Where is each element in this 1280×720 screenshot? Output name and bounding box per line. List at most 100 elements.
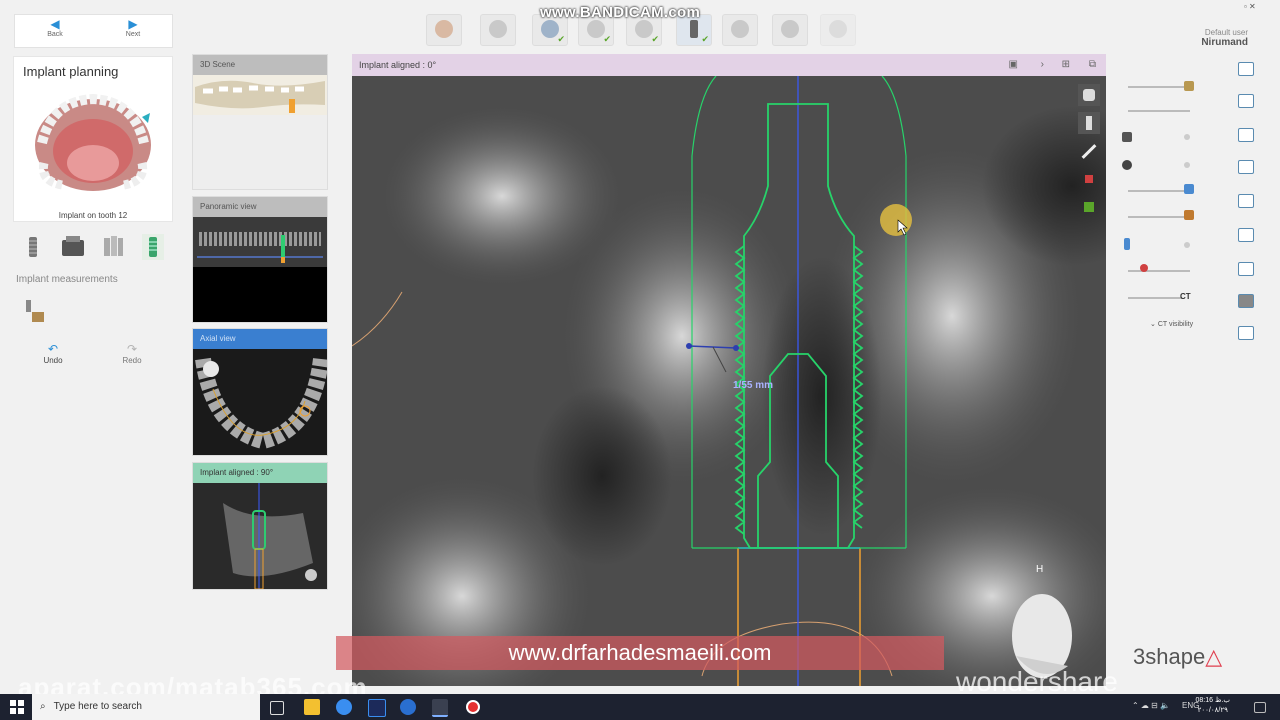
maximize-icon[interactable]: ⧉ xyxy=(1089,54,1096,76)
abutment-button[interactable] xyxy=(60,234,86,260)
sleeve-visibility-icon[interactable] xyxy=(1122,160,1132,170)
download-icon xyxy=(1084,202,1094,212)
patient-step-button[interactable] xyxy=(426,14,462,46)
edge-icon[interactable] xyxy=(400,699,416,715)
implant-aligned-view[interactable]: Implant aligned : 0° ▣ › ⊞ ⧉ 1/55 mm H xyxy=(352,54,1106,686)
toggle-dot[interactable] xyxy=(1184,162,1190,168)
panoramic-preview xyxy=(193,217,327,267)
next-button[interactable]: ▶ Next xyxy=(103,17,163,45)
nerve-icon[interactable] xyxy=(1140,264,1148,272)
aligned-90-preview xyxy=(193,483,327,589)
copy-button[interactable] xyxy=(1238,62,1254,76)
settings-button[interactable] xyxy=(1238,326,1254,340)
layout-icon[interactable]: ⊞ xyxy=(1062,54,1070,76)
panel-title: Implant planning xyxy=(23,64,119,79)
implant-icon xyxy=(690,20,698,38)
thumbnail-axial-view[interactable]: Axial view xyxy=(192,328,328,456)
3shape-logo: 3shape△ xyxy=(1133,644,1223,669)
thumbnail-implant-aligned-90[interactable]: Implant aligned : 90° xyxy=(192,462,328,590)
file-explorer-icon[interactable] xyxy=(304,699,320,715)
redo-button[interactable]: ↷ Redo xyxy=(112,342,152,365)
ruler-tool-button[interactable] xyxy=(1078,140,1100,162)
scan-visibility-icon[interactable] xyxy=(1124,238,1130,250)
ct-visibility-toggle[interactable]: ⌄ CT visibility xyxy=(1150,320,1193,328)
task-view-icon[interactable] xyxy=(270,701,284,715)
taskbar-clock[interactable]: 08:16 ب.ظ ۲۰۰/۰۸/۲۹ xyxy=(1196,696,1230,716)
copy-button[interactable] xyxy=(1238,160,1254,174)
implant-icon xyxy=(29,237,37,257)
copy-button[interactable] xyxy=(1238,128,1254,142)
bandicam-record-icon[interactable] xyxy=(466,700,480,714)
implant-group-button[interactable] xyxy=(102,234,124,260)
undo-button[interactable]: ↶ Undo xyxy=(33,342,73,365)
window-controls[interactable]: ▫ ✕ xyxy=(1244,2,1256,11)
taskbar-search-box[interactable]: ⌕ Type here to search xyxy=(32,694,260,720)
flag-tool-button[interactable] xyxy=(1078,168,1100,190)
nerve-icon xyxy=(635,20,653,38)
download-tool-button[interactable] xyxy=(1078,196,1100,218)
thumbnail-3d-scene[interactable]: 3D Scene xyxy=(192,54,328,190)
ruler-icon xyxy=(1081,144,1097,159)
toggle-dot[interactable] xyxy=(1184,242,1190,248)
redo-icon: ↷ xyxy=(126,342,138,356)
copy-button[interactable] xyxy=(1238,94,1254,108)
thumbnail-panoramic-view[interactable]: Panoramic view xyxy=(192,196,328,323)
implant-visibility-icon[interactable] xyxy=(1184,184,1194,194)
camera-button[interactable] xyxy=(1238,294,1254,308)
home-view-button[interactable] xyxy=(1238,262,1254,276)
windows-start-icon[interactable] xyxy=(10,700,24,714)
user-role: Default user xyxy=(1204,28,1248,37)
site-watermark: www.drfarhadesmaeili.com xyxy=(336,636,944,670)
guide-icon xyxy=(781,20,799,38)
opacity-slider[interactable] xyxy=(1128,216,1190,218)
windows-taskbar: ⌕ Type here to search ⌃ ☁ ⊟ 🔈 ENG 08:16 ب… xyxy=(0,694,1280,720)
opacity-slider[interactable] xyxy=(1128,86,1190,88)
bone-visibility-icon[interactable] xyxy=(1184,210,1194,220)
search-icon: ⌕ xyxy=(40,701,46,712)
screenshot-icon[interactable]: ▣ xyxy=(1009,54,1018,76)
view-tool-button[interactable] xyxy=(1078,84,1100,106)
ct-slider[interactable] xyxy=(1128,297,1182,299)
play-icon[interactable]: › xyxy=(1041,54,1044,76)
align-icon xyxy=(541,20,559,38)
photoshop-icon[interactable] xyxy=(368,699,386,717)
check-icon: ✔ xyxy=(603,34,611,44)
implant-only-button[interactable] xyxy=(22,234,44,260)
implant-planning-panel: Implant planning Implant on tooth 12 xyxy=(13,56,173,222)
check-icon: ✔ xyxy=(701,34,709,44)
implant-highlight-icon xyxy=(149,237,157,257)
scan-step-button[interactable] xyxy=(480,14,516,46)
undo-icon: ↶ xyxy=(47,342,59,356)
thumbnail-title: 3D Scene xyxy=(193,55,327,75)
opacity-slider[interactable] xyxy=(1128,190,1190,192)
copy-button[interactable] xyxy=(1238,194,1254,208)
view-title: Implant aligned : 0° xyxy=(359,60,437,70)
jaw-model-icon xyxy=(35,93,151,191)
user-info: Default user Nirumand xyxy=(1201,28,1248,48)
crown-icon[interactable] xyxy=(1184,81,1194,91)
measure-tool-button[interactable] xyxy=(20,298,48,326)
opacity-slider[interactable] xyxy=(1128,110,1190,112)
tooth-view-icon xyxy=(1083,89,1095,101)
multi-implant-icon xyxy=(104,236,123,256)
face-icon xyxy=(435,20,453,38)
tray-icons[interactable]: ⌃ ☁ ⊟ 🔈 xyxy=(1132,701,1170,710)
export-step-button[interactable] xyxy=(820,14,856,46)
bandicam-watermark: www.BANDICAM.com xyxy=(540,4,701,21)
implant-view-button[interactable] xyxy=(1078,112,1100,134)
back-button[interactable]: ◀ Back xyxy=(25,17,85,45)
abutment-visibility-icon[interactable] xyxy=(1122,132,1132,142)
view-header: Implant aligned : 0° ▣ › ⊞ ⧉ xyxy=(352,54,1106,76)
guide-step-button[interactable] xyxy=(772,14,808,46)
navigation-bar: ◀ Back ▶ Next xyxy=(14,14,173,48)
chrome-icon[interactable] xyxy=(336,699,352,715)
implant-selected-button[interactable] xyxy=(142,234,164,260)
notification-icon[interactable] xyxy=(1254,702,1266,713)
3shape-app-icon[interactable] xyxy=(432,699,448,717)
user-name: Nirumand xyxy=(1201,37,1248,48)
nerve-slider[interactable] xyxy=(1128,270,1190,272)
copy-button[interactable] xyxy=(1238,228,1254,242)
sleeve-step-button[interactable] xyxy=(722,14,758,46)
toggle-dot[interactable] xyxy=(1184,134,1190,140)
back-arrow-icon: ◀ xyxy=(50,17,60,31)
